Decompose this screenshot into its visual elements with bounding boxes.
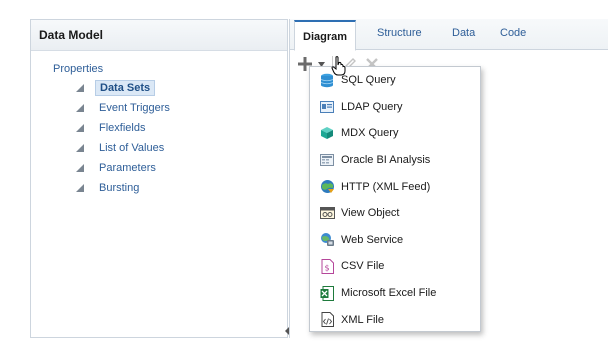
tree-item-properties[interactable]: Properties — [31, 60, 287, 78]
web-service-icon — [319, 232, 335, 248]
new-data-set-menu: SQL Query LDAP Query MDX Query Oracle BI… — [309, 66, 481, 332]
menu-item-microsoft-excel-file[interactable]: Microsoft Excel File — [310, 280, 480, 307]
tree-item-flexfields[interactable]: Flexfields — [31, 118, 287, 138]
expand-triangle-icon[interactable] — [75, 163, 85, 173]
menu-item-label: MDX Query — [341, 127, 399, 140]
expand-triangle-icon[interactable] — [75, 83, 85, 93]
tree-item-data-sets[interactable]: Data Sets — [31, 78, 287, 98]
tab-bar: Diagram Structure Data Code — [290, 19, 608, 51]
menu-item-label: CSV File — [341, 260, 385, 273]
menu-item-mdx-query[interactable]: MDX Query — [310, 120, 480, 147]
menu-item-label: Oracle BI Analysis — [341, 154, 431, 167]
menu-item-web-service[interactable]: Web Service — [310, 227, 480, 254]
data-model-panel: Data Model Properties Data Sets Event Tr… — [30, 19, 289, 338]
expand-triangle-icon[interactable] — [75, 103, 85, 113]
view-object-icon — [319, 205, 335, 221]
menu-item-csv-file[interactable]: $ CSV File — [310, 253, 480, 280]
expand-triangle-icon[interactable] — [75, 123, 85, 133]
tab-data[interactable]: Data — [452, 27, 475, 39]
svg-text:$: $ — [324, 263, 329, 272]
menu-item-label: XML File — [341, 313, 384, 326]
menu-item-oracle-bi-analysis[interactable]: Oracle BI Analysis — [310, 147, 480, 174]
panel-title: Data Model — [31, 20, 287, 51]
xml-file-icon — [319, 312, 335, 328]
menu-item-xml-file[interactable]: XML File — [310, 306, 480, 333]
hand-cursor-icon — [331, 56, 347, 76]
feed-icon — [319, 179, 335, 195]
tree-item-bursting[interactable]: Bursting — [31, 178, 287, 198]
tree-item-label: Event Triggers — [99, 102, 170, 114]
tab-code[interactable]: Code — [500, 27, 526, 39]
cube-icon — [319, 125, 335, 141]
tree-item-label: Parameters — [99, 162, 156, 174]
menu-item-label: SQL Query — [341, 74, 396, 87]
data-model-tree: Properties Data Sets Event Triggers Flex… — [31, 51, 287, 198]
menu-item-label: HTTP (XML Feed) — [341, 180, 431, 193]
tree-item-list-of-values[interactable]: List of Values — [31, 138, 287, 158]
tree-item-label: Flexfields — [99, 122, 146, 134]
tab-diagram[interactable]: Diagram — [294, 20, 357, 51]
tree-item-event-triggers[interactable]: Event Triggers — [31, 98, 287, 118]
menu-item-label: LDAP Query — [341, 100, 403, 113]
menu-item-label: View Object — [341, 207, 400, 220]
tree-item-label: List of Values — [99, 142, 165, 154]
tree-item-label: Data Sets — [95, 80, 156, 96]
expand-triangle-icon[interactable] — [75, 183, 85, 193]
tab-structure[interactable]: Structure — [377, 27, 422, 39]
excel-file-icon — [319, 285, 335, 301]
menu-item-label: Microsoft Excel File — [341, 287, 437, 300]
csv-file-icon: $ — [319, 258, 335, 274]
menu-item-label: Web Service — [341, 233, 404, 246]
menu-item-ldap-query[interactable]: LDAP Query — [310, 94, 480, 121]
menu-item-http-xml-feed[interactable]: HTTP (XML Feed) — [310, 173, 480, 200]
tree-item-parameters[interactable]: Parameters — [31, 158, 287, 178]
analysis-icon — [319, 152, 335, 168]
menu-item-view-object[interactable]: View Object — [310, 200, 480, 227]
ldap-icon — [319, 99, 335, 115]
expand-triangle-icon[interactable] — [75, 143, 85, 153]
tree-item-label: Bursting — [99, 182, 140, 194]
